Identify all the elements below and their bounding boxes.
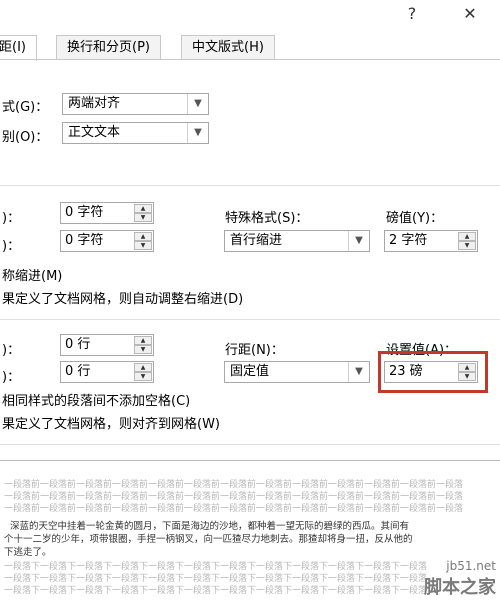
- indent-left-value: 0 字符: [65, 205, 104, 220]
- line-spacing-at-value: 23 磅: [389, 364, 423, 379]
- alignment-select[interactable]: 两端对齐 ▼: [62, 93, 209, 115]
- line-spacing-label: 行距(N)：: [225, 343, 284, 358]
- indent-by-label: 磅值(Y)：: [386, 211, 444, 226]
- chevron-down-icon: ▼: [348, 362, 369, 382]
- indent-right-spinner[interactable]: 0 字符 ▲ ▼: [60, 230, 154, 252]
- preview-previous-paragraph: 一段落前一段落前一段落前一段落前一段落前一段落前一段落前一段落前一段落前一段落前…: [4, 504, 464, 514]
- spacing-before-spinner[interactable]: 0 行 ▲ ▼: [60, 334, 154, 356]
- tab-panel-border: [0, 59, 500, 60]
- spin-up-icon[interactable]: ▲: [134, 204, 152, 213]
- spin-up-icon[interactable]: ▲: [134, 232, 152, 241]
- spacing-before-value: 0 行: [65, 337, 91, 352]
- spin-down-icon[interactable]: ▼: [134, 372, 152, 381]
- indent-by-spinner[interactable]: 2 字符 ▲ ▼: [384, 230, 478, 252]
- indent-left-spinner[interactable]: 0 字符 ▲ ▼: [60, 202, 154, 224]
- dialog-titlebar: ? ✕: [0, 0, 500, 30]
- spacing-after-spinner[interactable]: 0 行 ▲ ▼: [60, 361, 154, 383]
- snap-to-grid-checkbox[interactable]: 果定义了文档网格，则对齐到网格(W): [2, 413, 220, 432]
- alignment-label: 式(G)：: [2, 100, 49, 115]
- spin-down-icon[interactable]: ▼: [134, 241, 152, 250]
- outline-level-select[interactable]: 正文文本 ▼: [62, 122, 209, 144]
- tab-line-page-breaks[interactable]: 换行和分页(P): [56, 35, 161, 60]
- line-spacing-at-spinner[interactable]: 23 磅 ▲ ▼: [384, 361, 478, 383]
- watermark-brand: 脚本之家: [424, 577, 496, 598]
- indent-right-label: )：: [2, 239, 21, 254]
- preview-current-paragraph: 个十一二岁的少年，项带银圈，手捏一柄钢叉，向一匹猹尽力地刺去。那猹却将身一扭，反…: [4, 534, 413, 545]
- spin-down-icon[interactable]: ▼: [458, 241, 476, 250]
- spacing-after-value: 0 行: [65, 364, 91, 379]
- paragraph-preview: 一段落前一段落前一段落前一段落前一段落前一段落前一段落前一段落前一段落前一段落前…: [0, 460, 500, 601]
- close-button[interactable]: ✕: [456, 2, 484, 26]
- tab-indents-spacing[interactable]: 距(I): [0, 35, 37, 61]
- chevron-down-icon: ▼: [348, 231, 369, 251]
- indent-left-label: )：: [2, 211, 21, 226]
- outline-level-label: 别(O)：: [2, 130, 49, 145]
- alignment-value: 两端对齐: [68, 96, 121, 111]
- tab-bar: 距(I) 换行和分页(P) 中文版式(H): [0, 35, 500, 61]
- no-space-same-style-checkbox[interactable]: 相同样式的段落间不添加空格(C): [2, 390, 190, 409]
- indent-by-value: 2 字符: [389, 233, 428, 248]
- preview-current-paragraph: 下逃走了。: [4, 547, 52, 558]
- outline-level-value: 正文文本: [68, 125, 121, 140]
- special-indent-label: 特殊格式(S)：: [225, 211, 309, 226]
- spacing-before-label: )：: [2, 343, 21, 358]
- preview-current-paragraph: 深蓝的天空中挂着一轮金黄的圆月，下面是海边的沙地，都种着一望无际的碧绿的西瓜。其…: [10, 521, 410, 532]
- spin-up-icon[interactable]: ▲: [134, 363, 152, 372]
- watermark-site: jb51.net: [446, 559, 496, 573]
- indent-right-value: 0 字符: [65, 233, 104, 248]
- auto-adjust-right-indent-checkbox[interactable]: 果定义了文档网格，则自动调整右缩进(D): [2, 288, 243, 307]
- spin-up-icon[interactable]: ▲: [458, 232, 476, 241]
- preview-next-paragraph: 一段落下一段落下一段落下一段落下一段落下一段落下一段落下一段落下一段落下一段落下…: [4, 586, 428, 596]
- spacing-after-label: )：: [2, 370, 21, 385]
- line-spacing-value: 固定值: [230, 364, 270, 379]
- chevron-down-icon: ▼: [187, 123, 208, 143]
- help-button[interactable]: ?: [398, 2, 426, 26]
- section-divider: [0, 319, 500, 320]
- spin-down-icon[interactable]: ▼: [134, 213, 152, 222]
- mirror-indents-checkbox[interactable]: 称缩进(M): [2, 265, 62, 284]
- chevron-down-icon: ▼: [187, 94, 208, 114]
- special-indent-value: 首行缩进: [230, 233, 283, 248]
- tab-asian-typography[interactable]: 中文版式(H): [181, 35, 275, 60]
- watermark: jb51.net 脚本之家: [424, 559, 496, 599]
- spin-up-icon[interactable]: ▲: [134, 336, 152, 345]
- section-divider: [0, 444, 500, 445]
- special-indent-select[interactable]: 首行缩进 ▼: [224, 230, 370, 252]
- spin-down-icon[interactable]: ▼: [134, 345, 152, 354]
- spin-up-icon[interactable]: ▲: [458, 363, 476, 372]
- spin-down-icon[interactable]: ▼: [458, 372, 476, 381]
- line-spacing-select[interactable]: 固定值 ▼: [224, 361, 370, 383]
- section-divider: [0, 185, 500, 186]
